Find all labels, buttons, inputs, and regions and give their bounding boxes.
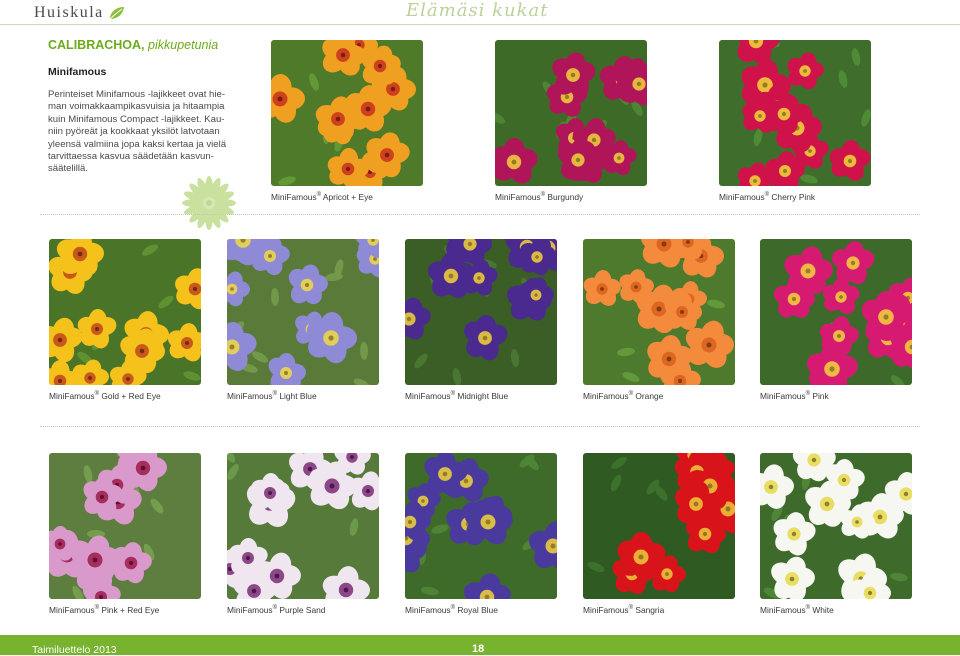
product-card: MiniFamous® Burgundy	[495, 40, 647, 202]
product-brand: MiniFamous	[719, 192, 765, 202]
flower-photo	[405, 453, 557, 599]
product-brand: MiniFamous	[583, 605, 629, 615]
product-variety: Pink	[812, 391, 829, 401]
leaf-icon	[109, 7, 124, 20]
flower-photo	[227, 453, 379, 599]
product-variety: Cherry Pink	[771, 192, 816, 202]
product-caption: MiniFamous® Purple Sand	[227, 605, 379, 615]
flower-photo	[719, 40, 871, 186]
product-brand: MiniFamous	[405, 605, 451, 615]
registered-mark: ®	[272, 605, 278, 611]
product-variety: Sangria	[635, 605, 665, 615]
product-brand: MiniFamous	[405, 391, 451, 401]
product-card: MiniFamous® Midnight Blue	[405, 239, 557, 401]
product-caption: MiniFamous® Light Blue	[227, 391, 379, 401]
product-variety: White	[812, 605, 834, 615]
product-caption: MiniFamous® Cherry Pink	[719, 192, 871, 202]
product-caption: MiniFamous® Gold + Red Eye	[49, 391, 201, 401]
flower-photo	[227, 239, 379, 385]
product-variety: Gold + Red Eye	[101, 391, 161, 401]
registered-mark: ®	[628, 391, 634, 397]
brand-name: Huiskula	[34, 4, 104, 21]
series-heading: Minifamous	[48, 66, 107, 78]
common-name: pikkupetunia	[148, 38, 219, 52]
product-caption: MiniFamous® Sangria	[583, 605, 735, 615]
flower-photo	[760, 239, 912, 385]
flower-photo	[405, 239, 557, 385]
registered-mark: ®	[272, 391, 278, 397]
product-brand: MiniFamous	[227, 605, 273, 615]
registered-mark: ®	[94, 605, 100, 611]
product-caption: MiniFamous® Orange	[583, 391, 735, 401]
product-brand: MiniFamous	[760, 605, 806, 615]
product-brand: MiniFamous	[495, 192, 541, 202]
header-divider	[0, 24, 960, 25]
product-card: MiniFamous® Pink	[760, 239, 912, 401]
product-card: MiniFamous® Cherry Pink	[719, 40, 871, 202]
registered-mark: ®	[450, 605, 456, 611]
product-caption: MiniFamous® White	[760, 605, 912, 615]
product-caption: MiniFamous® Royal Blue	[405, 605, 557, 615]
slogan: Elämäsi kukat	[406, 0, 549, 21]
product-card: MiniFamous® White	[760, 453, 912, 615]
product-card: MiniFamous® Royal Blue	[405, 453, 557, 615]
product-card: MiniFamous® Gold + Red Eye	[49, 239, 201, 401]
product-brand: MiniFamous	[271, 192, 317, 202]
flower-photo	[49, 239, 201, 385]
huiskula-logo: Huiskula	[34, 3, 126, 23]
flower-photo	[495, 40, 647, 186]
flower-photo	[49, 453, 201, 599]
catalog-title: Taimiluettelo 2013	[32, 644, 117, 656]
intro-section: CALIBRACHOA, pikkupetunia Minifamous Per…	[48, 38, 263, 176]
flower-photo	[760, 453, 912, 599]
registered-mark: ®	[805, 391, 811, 397]
registered-mark: ®	[764, 192, 770, 198]
product-brand: MiniFamous	[49, 391, 95, 401]
product-variety: Orange	[635, 391, 664, 401]
product-card: MiniFamous® Orange	[583, 239, 735, 401]
row-divider	[40, 214, 920, 215]
page-title: CALIBRACHOA, pikkupetunia	[48, 38, 263, 52]
intro-description: Perinteiset Minifamous -lajikkeet ovat h…	[48, 89, 227, 175]
product-card: MiniFamous® Sangria	[583, 453, 735, 615]
flower-photo	[583, 239, 735, 385]
product-brand: MiniFamous	[227, 391, 273, 401]
product-variety: Burgundy	[547, 192, 584, 202]
product-card: MiniFamous® Light Blue	[227, 239, 379, 401]
product-brand: MiniFamous	[49, 605, 95, 615]
registered-mark: ®	[316, 192, 322, 198]
product-card: MiniFamous® Apricot + Eye	[271, 40, 423, 202]
registered-mark: ®	[805, 605, 811, 611]
registered-mark: ®	[94, 391, 100, 397]
flower-photo	[583, 453, 735, 599]
product-variety: Pink + Red Eye	[101, 605, 160, 615]
product-variety: Midnight Blue	[457, 391, 509, 401]
product-variety: Apricot + Eye	[322, 192, 373, 202]
registered-mark: ®	[450, 391, 456, 397]
product-caption: MiniFamous® Pink + Red Eye	[49, 605, 201, 615]
daisy-decoration-icon	[182, 176, 236, 230]
product-card: MiniFamous® Pink + Red Eye	[49, 453, 201, 615]
product-card: MiniFamous® Purple Sand	[227, 453, 379, 615]
product-caption: MiniFamous® Pink	[760, 391, 912, 401]
registered-mark: ®	[628, 605, 634, 611]
footer-bar: Taimiluettelo 2013 18	[0, 635, 960, 656]
product-caption: MiniFamous® Burgundy	[495, 192, 647, 202]
genus-title: CALIBRACHOA,	[48, 38, 145, 52]
product-caption: MiniFamous® Apricot + Eye	[271, 192, 423, 202]
row-divider	[40, 426, 920, 427]
product-brand: MiniFamous	[583, 391, 629, 401]
product-variety: Purple Sand	[279, 605, 326, 615]
product-brand: MiniFamous	[760, 391, 806, 401]
product-variety: Royal Blue	[457, 605, 498, 615]
flower-photo	[271, 40, 423, 186]
registered-mark: ®	[540, 192, 546, 198]
product-caption: MiniFamous® Midnight Blue	[405, 391, 557, 401]
product-variety: Light Blue	[279, 391, 317, 401]
page-number: 18	[472, 643, 485, 655]
